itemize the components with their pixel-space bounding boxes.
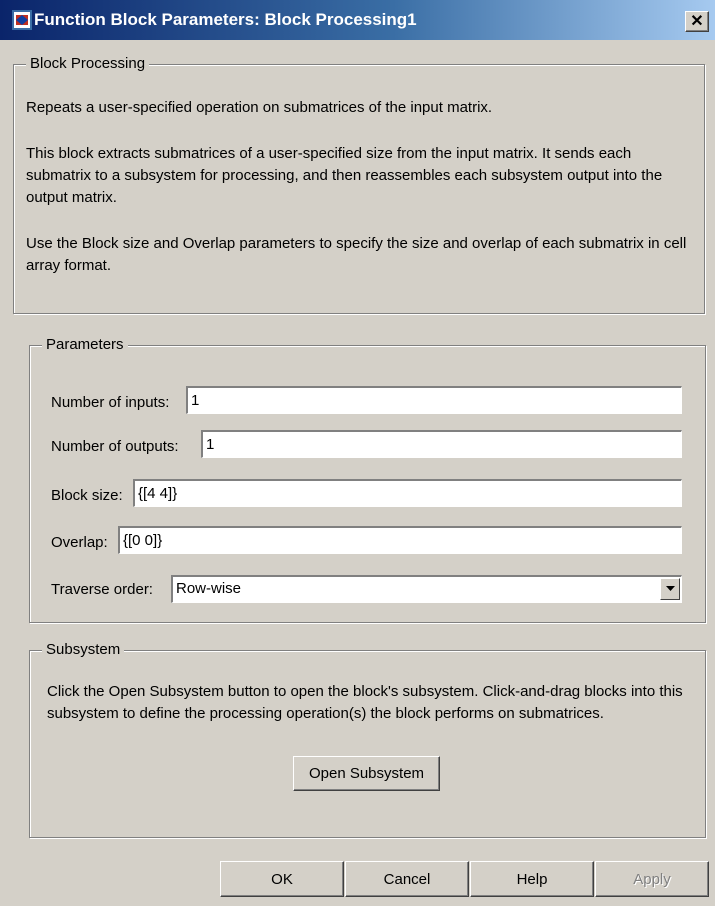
window-title: Function Block Parameters: Block Process… <box>34 10 417 29</box>
cancel-button[interactable]: Cancel <box>345 861 469 897</box>
number-of-inputs-field[interactable] <box>186 386 682 414</box>
description-paragraph-2: This block extracts submatrices of a use… <box>26 145 663 206</box>
chevron-down-icon[interactable] <box>660 578 680 600</box>
close-button[interactable]: ✕ <box>685 11 709 32</box>
parameters-legend: Parameters <box>42 336 128 353</box>
ok-button[interactable]: OK <box>220 861 344 897</box>
title-bar[interactable]: Function Block Parameters: Block Process… <box>0 0 715 40</box>
traverse-order-label: Traverse order: <box>51 581 153 598</box>
simulink-block-icon <box>12 10 32 30</box>
help-button[interactable]: Help <box>470 861 594 897</box>
overlap-field[interactable] <box>118 526 682 554</box>
open-subsystem-button[interactable]: Open Subsystem <box>293 756 440 791</box>
subsystem-legend: Subsystem <box>42 641 125 658</box>
number-of-outputs-label: Number of outputs: <box>51 438 179 455</box>
overlap-label: Overlap: <box>51 534 108 551</box>
subsystem-group: Subsystem <box>29 641 706 838</box>
number-of-outputs-field[interactable] <box>201 430 682 458</box>
close-icon: ✕ <box>690 12 704 30</box>
dialog-window: Function Block Parameters: Block Process… <box>0 0 715 906</box>
block-size-field[interactable] <box>133 479 682 507</box>
number-of-inputs-label: Number of inputs: <box>51 394 170 411</box>
traverse-order-value: Row-wise <box>176 580 242 597</box>
traverse-order-select[interactable]: Row-wise <box>171 575 682 603</box>
block-size-label: Block size: <box>51 487 123 504</box>
description-paragraph-3: Use the Block size and Overlap parameter… <box>26 235 687 274</box>
apply-button[interactable]: Apply <box>595 861 709 897</box>
description-legend: Block Processing <box>26 55 150 72</box>
description-paragraph-1: Repeats a user-specified operation on su… <box>26 99 493 116</box>
subsystem-description: Click the Open Subsystem button to open … <box>47 683 683 722</box>
